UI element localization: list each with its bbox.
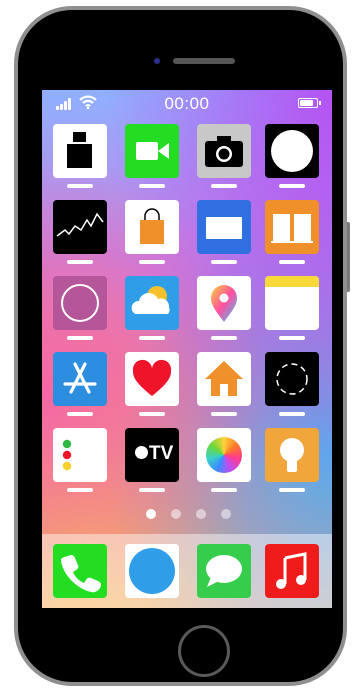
messages-app-icon[interactable] <box>197 544 251 598</box>
books-app-icon[interactable] <box>265 200 319 254</box>
app-label <box>67 488 93 492</box>
circle-app-icon[interactable] <box>265 124 319 178</box>
facetime-app-icon[interactable] <box>125 124 179 178</box>
mail-app-icon[interactable] <box>197 200 251 254</box>
phone-app-icon[interactable] <box>53 544 107 598</box>
store-bag-app-icon[interactable] <box>125 200 179 254</box>
status-bar: 00:00 <box>42 90 332 116</box>
safari-circle-app-icon[interactable] <box>125 544 179 598</box>
app-label <box>139 184 165 188</box>
app-label <box>279 260 305 264</box>
reminders-app-icon[interactable] <box>53 428 107 482</box>
app-label <box>67 184 93 188</box>
app-label <box>211 184 237 188</box>
camera-app-icon[interactable] <box>197 124 251 178</box>
battery-icon <box>298 98 321 108</box>
weather-app-icon[interactable] <box>125 276 179 330</box>
app-label <box>279 488 305 492</box>
home-app-icon[interactable] <box>197 352 251 406</box>
front-camera <box>154 58 160 64</box>
home-button[interactable] <box>178 625 230 677</box>
notes-app-icon[interactable] <box>265 276 319 330</box>
app-store-app-icon[interactable] <box>53 352 107 406</box>
stocks-app-icon[interactable] <box>53 200 107 254</box>
apple-tv-app-icon[interactable]: TV <box>125 428 179 482</box>
app-label <box>67 260 93 264</box>
app-label <box>139 336 165 340</box>
app-label <box>211 488 237 492</box>
maps-app-icon[interactable] <box>197 276 251 330</box>
tv-logo-icon <box>135 446 148 459</box>
health-app-icon[interactable] <box>125 352 179 406</box>
app-label <box>139 260 165 264</box>
tv-label: TV <box>149 443 174 464</box>
home-screen: 00:00 TV <box>42 90 332 608</box>
app-label <box>279 412 305 416</box>
page-dot[interactable] <box>196 509 206 519</box>
page-indicator[interactable] <box>42 509 332 521</box>
photos-wheel-icon <box>206 437 242 473</box>
dashed-circle-app-icon[interactable] <box>265 352 319 406</box>
app-label <box>279 184 305 188</box>
dock <box>42 534 332 608</box>
page-dot[interactable] <box>171 509 181 519</box>
music-app-icon[interactable] <box>265 544 319 598</box>
clock-app-icon[interactable] <box>53 124 107 178</box>
app-label <box>211 260 237 264</box>
app-label <box>139 488 165 492</box>
status-time: 00:00 <box>164 94 210 113</box>
app-label <box>211 412 237 416</box>
app-label <box>67 412 93 416</box>
tips-app-icon[interactable] <box>265 428 319 482</box>
page-dot[interactable] <box>221 509 231 519</box>
app-label <box>279 336 305 340</box>
circle-outline-app-icon[interactable] <box>53 276 107 330</box>
page-dot[interactable] <box>146 509 156 519</box>
app-label <box>139 412 165 416</box>
earpiece-speaker <box>173 58 235 64</box>
app-label <box>211 336 237 340</box>
app-label <box>67 336 93 340</box>
photos-app-icon[interactable] <box>197 428 251 482</box>
